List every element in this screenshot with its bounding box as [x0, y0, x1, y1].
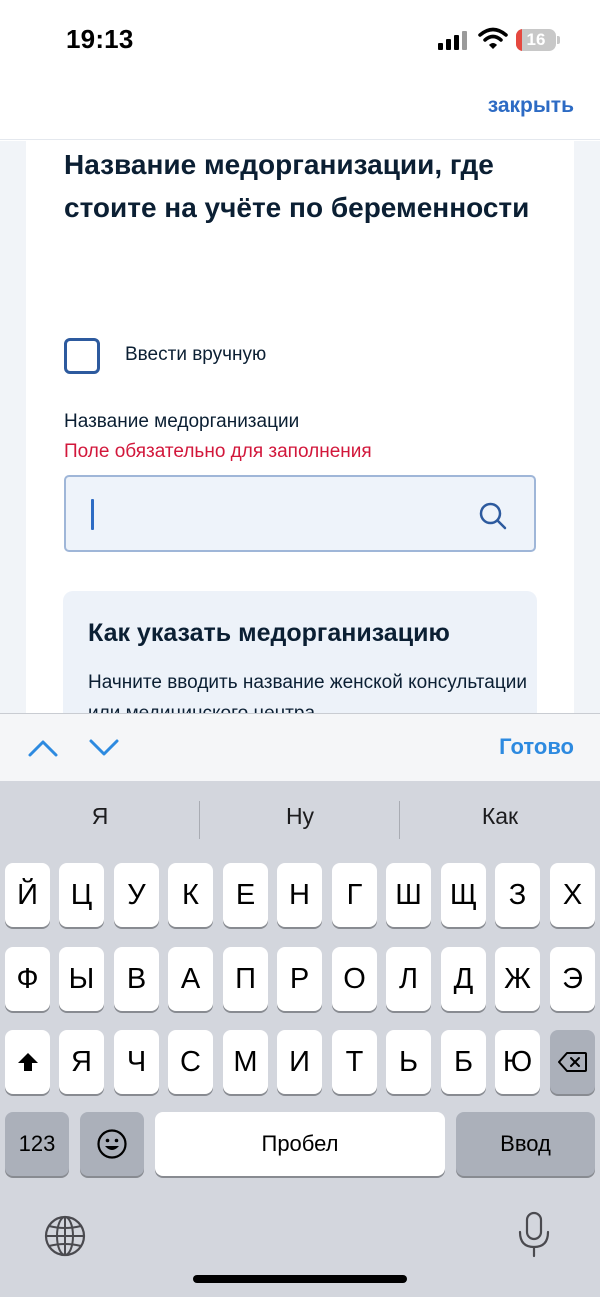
key[interactable]: Ь: [386, 1030, 431, 1094]
key[interactable]: Н: [277, 863, 322, 927]
emoji-key[interactable]: [80, 1112, 144, 1176]
form-card: Название медорганизации, где стоите на у…: [26, 141, 574, 713]
key[interactable]: Б: [441, 1030, 486, 1094]
keyboard-toolbar: Готово: [0, 713, 600, 781]
key[interactable]: Я: [59, 1030, 104, 1094]
top-bar: закрыть: [0, 80, 600, 140]
key[interactable]: А: [168, 947, 213, 1011]
suggestion-3[interactable]: Как: [400, 803, 600, 830]
key[interactable]: О: [332, 947, 377, 1011]
field-error-message: Поле обязательно для заполнения: [64, 441, 372, 462]
backspace-key[interactable]: [550, 1030, 595, 1094]
key[interactable]: Г: [332, 863, 377, 927]
key[interactable]: Л: [386, 947, 431, 1011]
key[interactable]: Ы: [59, 947, 104, 1011]
chevron-down-icon[interactable]: [88, 736, 120, 760]
key[interactable]: Ф: [5, 947, 50, 1011]
key[interactable]: Ш: [386, 863, 431, 927]
key[interactable]: З: [495, 863, 540, 927]
hint-text: Начните вводить название женской консуль…: [88, 672, 527, 713]
manual-entry-checkbox[interactable]: [64, 338, 100, 374]
key[interactable]: Э: [550, 947, 595, 1011]
key[interactable]: Ц: [59, 863, 104, 927]
page-title: Название медорганизации, где стоите на у…: [64, 149, 530, 223]
return-key-label: Ввод: [500, 1131, 551, 1156]
key[interactable]: Е: [223, 863, 268, 927]
done-button[interactable]: Готово: [499, 734, 574, 760]
key[interactable]: Й: [5, 863, 50, 927]
shift-icon: [17, 1053, 38, 1071]
return-key[interactable]: Ввод: [456, 1112, 595, 1176]
shift-key[interactable]: [5, 1030, 50, 1094]
close-button[interactable]: закрыть: [488, 94, 574, 118]
numbers-key[interactable]: 123: [5, 1112, 69, 1176]
emoji-icon: [97, 1129, 127, 1159]
space-key[interactable]: Пробел: [155, 1112, 445, 1176]
key[interactable]: У: [114, 863, 159, 927]
key[interactable]: С: [168, 1030, 213, 1094]
numbers-key-label: 123: [18, 1131, 56, 1156]
field-label: Название медорганизации: [64, 411, 300, 432]
key[interactable]: В: [114, 947, 159, 1011]
key[interactable]: Ю: [495, 1030, 540, 1094]
wifi-icon: [478, 27, 508, 49]
key[interactable]: И: [277, 1030, 322, 1094]
battery-icon: 16: [516, 29, 560, 51]
organization-search-input[interactable]: [64, 475, 536, 552]
page-content: Название медорганизации, где стоите на у…: [0, 141, 600, 713]
key[interactable]: Р: [277, 947, 322, 1011]
chevron-up-icon[interactable]: [27, 736, 59, 760]
text-caret: [91, 499, 94, 530]
key[interactable]: Х: [550, 863, 595, 927]
hint-title: Как указать медорганизацию: [88, 619, 450, 647]
key[interactable]: Д: [441, 947, 486, 1011]
hint-panel: Как указать медорганизацию Начните вводи…: [63, 591, 537, 713]
search-icon[interactable]: [478, 501, 508, 531]
suggestion-1[interactable]: Я: [0, 803, 200, 830]
microphone-icon[interactable]: [516, 1211, 552, 1259]
manual-entry-label[interactable]: Ввести вручную: [125, 344, 266, 366]
key[interactable]: К: [168, 863, 213, 927]
status-time: 19:13: [66, 24, 134, 54]
key[interactable]: Щ: [441, 863, 486, 927]
key[interactable]: Ч: [114, 1030, 159, 1094]
home-indicator: [193, 1275, 407, 1283]
key[interactable]: М: [223, 1030, 268, 1094]
key[interactable]: Т: [332, 1030, 377, 1094]
key[interactable]: П: [223, 947, 268, 1011]
cellular-signal-icon: [438, 31, 467, 50]
battery-level-text: 16: [526, 30, 546, 49]
key[interactable]: Ж: [495, 947, 540, 1011]
globe-icon[interactable]: [43, 1214, 87, 1258]
status-bar: 19:13 16: [0, 0, 600, 80]
backspace-icon: [557, 1052, 587, 1072]
keyboard: Я Ну Как Й Ц У К Е Н Г Ш Щ З Х Ф Ы В А П…: [0, 781, 600, 1297]
suggestion-2[interactable]: Ну: [200, 803, 400, 830]
space-key-label: Пробел: [261, 1131, 339, 1156]
